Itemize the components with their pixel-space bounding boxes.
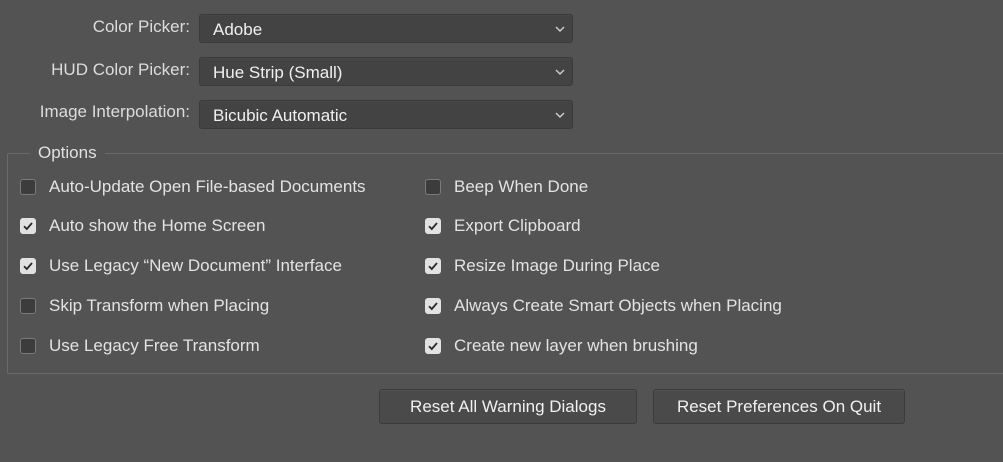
checkbox[interactable] — [425, 258, 441, 274]
image-interpolation-value: Bicubic Automatic — [213, 106, 348, 125]
checkmark-icon — [428, 302, 438, 311]
hud-color-picker-label: HUD Color Picker: — [51, 60, 190, 79]
checkbox-label: Resize Image During Place — [454, 256, 660, 275]
checkbox[interactable] — [425, 338, 441, 354]
checkbox-label: Skip Transform when Placing — [49, 296, 270, 315]
checkbox[interactable] — [425, 179, 441, 195]
checkbox[interactable] — [20, 218, 36, 234]
checkbox[interactable] — [20, 338, 36, 354]
color-picker-label: Color Picker: — [92, 17, 190, 36]
chevron-down-icon — [555, 69, 565, 75]
chevron-down-icon — [555, 26, 565, 32]
checkbox[interactable] — [425, 298, 441, 314]
checkbox-label: Export Clipboard — [454, 216, 581, 235]
checkbox-label: Auto-Update Open File-based Documents — [49, 177, 366, 196]
checkbox[interactable] — [425, 218, 441, 234]
color-picker-select[interactable]: Adobe — [199, 14, 573, 43]
checkmark-icon — [23, 262, 33, 271]
checkbox[interactable] — [20, 298, 36, 314]
color-picker-value: Adobe — [213, 20, 263, 39]
image-interpolation-select[interactable]: Bicubic Automatic — [199, 100, 573, 129]
hud-color-picker-value: Hue Strip (Small) — [213, 63, 343, 82]
hud-color-picker-select[interactable]: Hue Strip (Small) — [199, 57, 573, 86]
checkbox[interactable] — [20, 179, 36, 195]
checkmark-icon — [428, 262, 438, 271]
reset-warning-dialogs-button[interactable]: Reset All Warning Dialogs — [379, 389, 637, 424]
option-always-create-smart-objects[interactable]: Always Create Smart Objects when Placing — [425, 295, 782, 317]
checkbox[interactable] — [20, 258, 36, 274]
option-auto-show-home-screen[interactable]: Auto show the Home Screen — [20, 215, 265, 237]
checkbox-label: Auto show the Home Screen — [49, 216, 266, 235]
checkbox-label: Always Create Smart Objects when Placing — [454, 296, 782, 315]
chevron-down-icon — [555, 112, 565, 118]
checkmark-icon — [428, 342, 438, 351]
preferences-general-panel: Color Picker: Adobe HUD Color Picker: Hu… — [0, 0, 1003, 462]
checkmark-icon — [428, 222, 438, 231]
option-resize-image-during-place[interactable]: Resize Image During Place — [425, 255, 660, 277]
option-export-clipboard[interactable]: Export Clipboard — [425, 215, 581, 237]
checkbox-label: Use Legacy “New Document” Interface — [49, 256, 342, 275]
image-interpolation-label: Image Interpolation: — [39, 102, 190, 121]
option-skip-transform-placing[interactable]: Skip Transform when Placing — [20, 295, 269, 317]
option-create-new-layer-brushing[interactable]: Create new layer when brushing — [425, 335, 698, 357]
option-legacy-free-transform[interactable]: Use Legacy Free Transform — [20, 335, 260, 357]
reset-preferences-on-quit-button[interactable]: Reset Preferences On Quit — [653, 389, 905, 424]
checkbox-label: Use Legacy Free Transform — [49, 336, 260, 355]
checkmark-icon — [23, 222, 33, 231]
checkbox-label: Create new layer when brushing — [454, 336, 698, 355]
option-auto-update-documents[interactable]: Auto-Update Open File-based Documents — [20, 176, 366, 198]
options-title: Options — [30, 143, 105, 163]
option-beep-when-done[interactable]: Beep When Done — [425, 176, 588, 198]
checkbox-label: Beep When Done — [454, 177, 589, 196]
option-legacy-new-document[interactable]: Use Legacy “New Document” Interface — [20, 255, 342, 277]
